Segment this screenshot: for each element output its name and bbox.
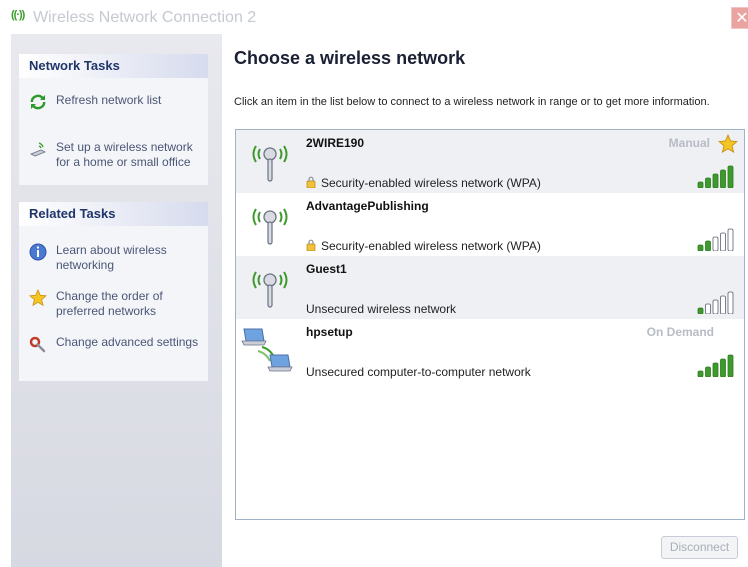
related-tasks-panel: Related Tasks Learn about wireless netwo… [19, 202, 208, 381]
network-tasks-panel: Network Tasks Refresh network list Set u… [19, 54, 208, 185]
signal-bar [712, 299, 719, 314]
signal-bar [727, 165, 734, 188]
signal-bar [697, 307, 704, 314]
page-description: Click an item in the list below to conne… [234, 96, 710, 108]
network-tasks-heading: Network Tasks [19, 54, 208, 78]
signal-bar [720, 295, 726, 314]
preferred-star-icon [718, 134, 738, 154]
network-status-text: Security-enabled wireless network (WPA) [321, 176, 541, 190]
network-item-guest1[interactable]: Guest1 Unsecured wireless network [236, 256, 744, 319]
network-status-text: Unsecured wireless network [306, 302, 457, 316]
title-bar: ((·)) Wireless Network Connection 2 ✕ [0, 0, 748, 32]
network-status: Unsecured computer-to-computer network [306, 365, 531, 379]
lock-icon [306, 176, 316, 188]
network-item-2wire190[interactable]: 2WIRE190 Manual Security-enabled wireles… [236, 130, 744, 193]
refresh-icon [30, 94, 46, 110]
signal-bar [705, 366, 711, 377]
disconnect-button[interactable]: Disconnect [661, 536, 738, 559]
network-name: Guest1 [306, 262, 347, 276]
signal-bar [720, 358, 726, 377]
network-status-text: Security-enabled wireless network (WPA) [321, 239, 541, 253]
window-title: Wireless Network Connection 2 [33, 9, 257, 26]
signal-bar [727, 291, 734, 314]
learn-wireless-label: Learn about wireless networking [56, 243, 167, 272]
close-icon: ✕ [735, 10, 748, 27]
wireless-network-window: ((·)) Wireless Network Connection 2 ✕ Ne… [0, 0, 748, 567]
star-icon [29, 289, 47, 307]
close-button[interactable]: ✕ [731, 7, 748, 29]
signal-bar [705, 177, 711, 188]
setup-wireless-network-label: Set up a wireless network for a home or … [56, 140, 193, 169]
signal-bar [697, 370, 704, 377]
signal-bar [720, 232, 726, 251]
computer-to-computer-icon [241, 328, 293, 372]
signal-bar [720, 169, 726, 188]
lock-icon [306, 239, 316, 251]
signal-strength-icon [697, 228, 734, 251]
wireless-antenna-icon [252, 145, 288, 182]
network-status: Security-enabled wireless network (WPA) [306, 239, 541, 253]
signal-bar [705, 303, 711, 314]
wireless-icon: ((·)) [11, 9, 25, 21]
network-item-advantagepublishing[interactable]: AdvantagePublishing Security-enabled wir… [236, 193, 744, 256]
network-tag: Manual [668, 136, 710, 150]
network-list[interactable]: 2WIRE190 Manual Security-enabled wireles… [235, 129, 745, 520]
network-tag: On Demand [646, 325, 714, 339]
refresh-network-list-label: Refresh network list [56, 93, 162, 107]
wireless-antenna-icon [252, 271, 288, 308]
info-icon [29, 243, 47, 261]
wireless-antenna-icon [252, 208, 288, 245]
network-item-hpsetup[interactable]: hpsetup On Demand Unsecured computer-to-… [236, 319, 744, 382]
network-status: Security-enabled wireless network (WPA) [306, 176, 541, 190]
network-status: Unsecured wireless network [306, 302, 456, 316]
signal-bar [705, 240, 711, 251]
network-name: 2WIRE190 [306, 136, 365, 150]
signal-bar [712, 236, 719, 251]
change-advanced-settings-label: Change advanced settings [56, 335, 199, 349]
signal-strength-icon [697, 354, 734, 377]
signal-bar [712, 173, 719, 188]
signal-bar [697, 181, 704, 188]
signal-bar [727, 228, 734, 251]
network-name: AdvantagePublishing [306, 199, 429, 213]
setup-wireless-icon [30, 142, 46, 157]
settings-icon [29, 336, 46, 353]
signal-bar [727, 354, 734, 377]
network-status-text: Unsecured computer-to-computer network [306, 365, 531, 379]
signal-bar [697, 244, 704, 251]
change-network-order-label: Change the order of preferred networks [56, 289, 163, 318]
related-tasks-heading: Related Tasks [19, 202, 208, 226]
network-name: hpsetup [306, 325, 353, 339]
signal-bar [712, 362, 719, 377]
signal-strength-icon [697, 165, 734, 188]
signal-strength-icon [697, 291, 734, 314]
page-title: Choose a wireless network [234, 48, 466, 68]
